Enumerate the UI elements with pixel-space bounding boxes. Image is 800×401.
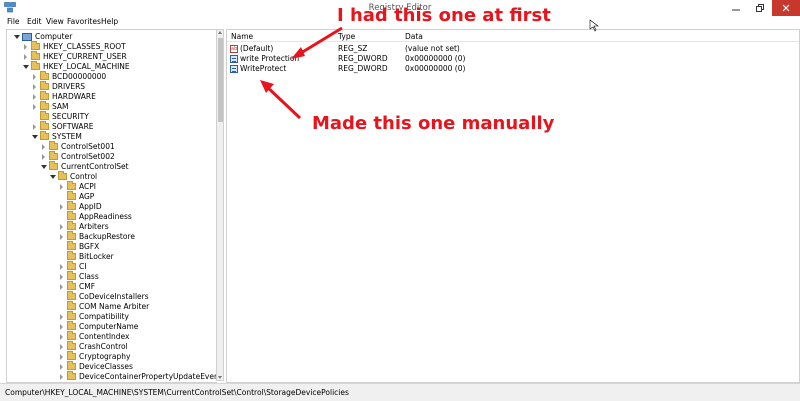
arrowhead-icon [291, 47, 305, 59]
annotation-second: Made this one manually [312, 113, 555, 134]
mouse-cursor-icon [589, 19, 599, 32]
annotation-arrows [260, 19, 599, 120]
annotation-first: I had this one at first [337, 5, 551, 26]
arrow-to-writeprotect [263, 83, 302, 120]
